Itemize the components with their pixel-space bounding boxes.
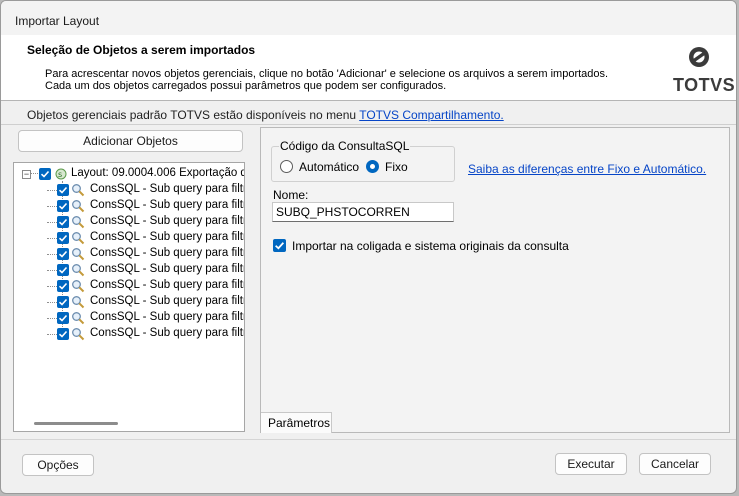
sql-query-icon <box>71 327 85 341</box>
name-input[interactable] <box>272 202 454 222</box>
title-bar: Importar Layout <box>1 1 736 35</box>
svg-text:s: s <box>58 170 62 179</box>
item-checkbox[interactable] <box>57 296 69 308</box>
header-description-line1: Para acrescentar novos objetos gerenciai… <box>45 68 609 80</box>
tree-child-label: ConsSQL - Sub query para filtro <box>90 295 245 307</box>
tree-child-label: ConsSQL - Sub query para filtro <box>90 263 245 275</box>
item-checkbox[interactable] <box>57 264 69 276</box>
group-label: Código da ConsultaSQL <box>279 139 411 153</box>
tree-connector <box>47 238 57 239</box>
tree-child-label: ConsSQL - Sub query para filtro <box>90 215 245 227</box>
tree-child-label: ConsSQL - Sub query para filtro <box>90 279 245 291</box>
separator <box>1 124 736 125</box>
tree-child-item[interactable]: ConsSQL - Sub query para filtro <box>14 326 245 342</box>
item-checkbox[interactable] <box>57 312 69 324</box>
tree-connector <box>47 286 57 287</box>
header-title: Seleção de Objetos a serem importados <box>27 43 256 57</box>
tree-connector <box>47 222 57 223</box>
tree-child-label: ConsSQL - Sub query para filtro <box>90 327 245 339</box>
footer-separator <box>1 439 736 440</box>
collapse-toggle-icon[interactable]: − <box>22 170 31 179</box>
tree-child-item[interactable]: ConsSQL - Sub query para filtro <box>14 294 245 310</box>
name-label: Nome: <box>273 188 309 202</box>
totvs-compartilhamento-link[interactable]: TOTVS Compartilhamento. <box>359 108 504 122</box>
tree-connector <box>47 254 57 255</box>
tree-child-item[interactable]: ConsSQL - Sub query para filtro <box>14 310 245 326</box>
execute-button[interactable]: Executar <box>555 453 627 475</box>
item-checkbox[interactable] <box>57 248 69 260</box>
sql-query-icon <box>71 231 85 245</box>
sql-query-icon <box>71 311 85 325</box>
tree-child-item[interactable]: ConsSQL - Sub query para filtro <box>14 182 245 198</box>
tree-connector <box>47 190 57 191</box>
import-original-label: Importar na coligada e sistema originais… <box>292 239 569 253</box>
sql-query-icon <box>71 295 85 309</box>
totvs-logo: TOTVS <box>669 43 735 95</box>
tree-connector <box>47 334 57 335</box>
sql-query-icon <box>71 247 85 261</box>
item-checkbox[interactable] <box>57 280 69 292</box>
logo-text: TOTVS <box>673 75 736 95</box>
sql-query-icon <box>71 183 85 197</box>
info-text: Objetos gerenciais padrão TOTVS estão di… <box>27 108 360 122</box>
tree-connector <box>47 318 57 319</box>
tree-child-label: ConsSQL - Sub query para filtro <box>90 199 245 211</box>
radio-fixo-label: Fixo <box>385 160 408 174</box>
header-panel: Seleção de Objetos a serem importados Pa… <box>1 35 736 101</box>
info-line: Objetos gerenciais padrão TOTVS estão di… <box>27 108 504 122</box>
tree-child-item[interactable]: ConsSQL - Sub query para filtro <box>14 198 245 214</box>
cancel-button[interactable]: Cancelar <box>639 453 711 475</box>
item-checkbox[interactable] <box>57 184 69 196</box>
header-description-line2: Cada um dos objetos carregados possui pa… <box>45 80 447 92</box>
tab-parametros[interactable]: Parâmetros <box>261 412 332 433</box>
import-layout-window: Importar Layout Seleção de Objetos a ser… <box>0 0 737 494</box>
tree-child-label: ConsSQL - Sub query para filtro <box>90 247 245 259</box>
tree-child-label: ConsSQL - Sub query para filtro <box>90 183 245 195</box>
tree-child-item[interactable]: ConsSQL - Sub query para filtro <box>14 214 245 230</box>
root-checkbox[interactable] <box>39 168 51 180</box>
item-checkbox[interactable] <box>57 200 69 212</box>
window-title: Importar Layout <box>15 14 100 28</box>
differences-link[interactable]: Saiba as diferenças entre Fixo e Automát… <box>468 162 706 176</box>
import-original-checkbox[interactable] <box>273 239 286 252</box>
tree-child-label: ConsSQL - Sub query para filtro <box>90 231 245 243</box>
radio-automatico-label: Automático <box>299 160 360 174</box>
item-checkbox[interactable] <box>57 328 69 340</box>
totvs-logo-icon <box>689 47 709 67</box>
item-checkbox[interactable] <box>57 232 69 244</box>
sql-query-icon <box>71 199 85 213</box>
parameters-panel: Automático Fixo Código da ConsultaSQL Sa… <box>260 127 730 433</box>
tree-child-item[interactable]: ConsSQL - Sub query para filtro <box>14 278 245 294</box>
sql-query-icon <box>71 215 85 229</box>
horizontal-scrollbar[interactable] <box>34 422 118 425</box>
sql-query-icon <box>71 279 85 293</box>
objects-tree[interactable]: − s Layout: 09.0004.006 Exportação de Co… <box>13 162 245 432</box>
layout-icon: s <box>54 167 68 181</box>
tree-child-label: ConsSQL - Sub query para filtro <box>90 311 245 323</box>
radio-automatico[interactable] <box>280 160 293 173</box>
tree-child-item[interactable]: ConsSQL - Sub query para filtro <box>14 246 245 262</box>
tree-connector <box>47 270 57 271</box>
sql-query-icon <box>71 263 85 277</box>
tree-child-item[interactable]: ConsSQL - Sub query para filtro <box>14 230 245 246</box>
parameters-content: Automático Fixo Código da ConsultaSQL Sa… <box>261 128 729 412</box>
tree-connector <box>47 206 57 207</box>
options-button[interactable]: Opções <box>22 454 94 476</box>
tree-connector <box>47 302 57 303</box>
radio-fixo[interactable] <box>366 160 379 173</box>
tree-root-item[interactable]: − s Layout: 09.0004.006 Exportação de <box>14 166 245 182</box>
tree-child-item[interactable]: ConsSQL - Sub query para filtro <box>14 262 245 278</box>
add-objects-button[interactable]: Adicionar Objetos <box>18 130 243 152</box>
tree-root-label: Layout: 09.0004.006 Exportação de <box>71 167 245 179</box>
item-checkbox[interactable] <box>57 216 69 228</box>
